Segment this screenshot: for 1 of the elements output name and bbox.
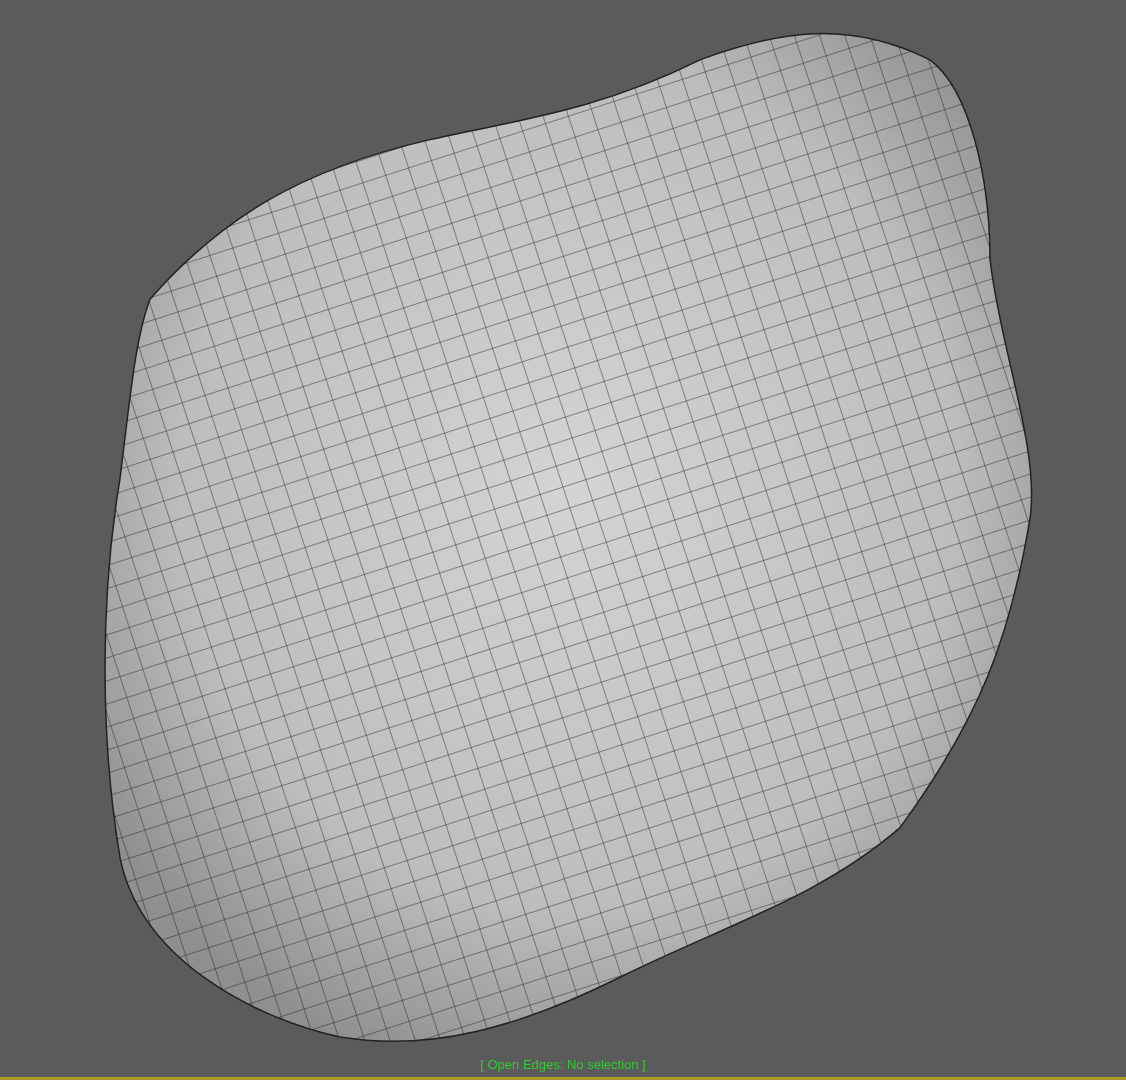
status-text: [ Open Edges: No selection ] <box>480 1057 646 1073</box>
